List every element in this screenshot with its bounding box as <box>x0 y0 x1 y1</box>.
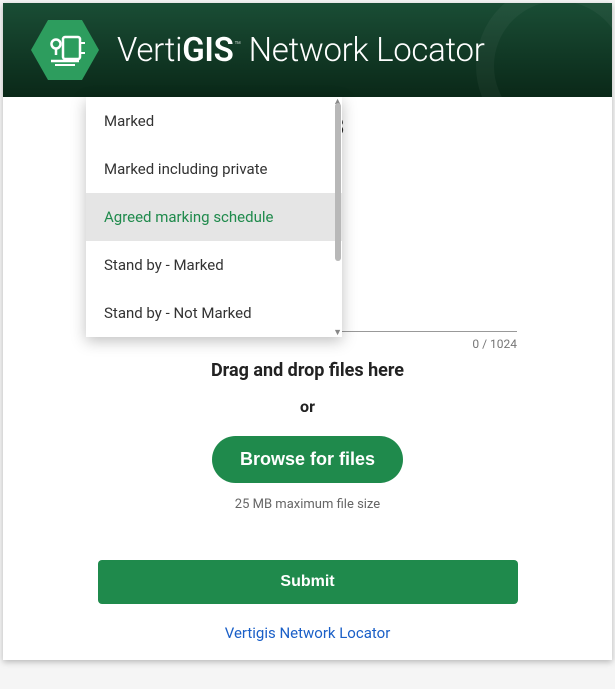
dropdown-scrollbar[interactable] <box>335 103 341 333</box>
map-pin-icon <box>45 33 85 67</box>
hexagon-badge <box>31 20 99 80</box>
brand-title: VertiGIS™ Network Locator <box>117 31 485 70</box>
file-dropzone[interactable]: Drag and drop files here or Browse for f… <box>98 360 517 512</box>
content-area: 003 ▲ MarkedMarked including privateAgre… <box>3 97 612 660</box>
dropdown-option[interactable]: Stand by - Not Marked <box>86 289 342 337</box>
dropdown-option[interactable]: Stand by - Marked <box>86 241 342 289</box>
footer-link[interactable]: Vertigis Network Locator <box>3 624 612 642</box>
scroll-down-arrow-icon[interactable]: ▼ <box>333 327 342 338</box>
dropzone-or: or <box>98 397 517 416</box>
browse-files-button[interactable]: Browse for files <box>212 436 403 483</box>
dropzone-title: Drag and drop files here <box>98 360 517 381</box>
submit-button[interactable]: Submit <box>98 560 518 604</box>
status-dropdown[interactable]: ▲ MarkedMarked including privateAgreed m… <box>86 97 342 337</box>
trademark-symbol: ™ <box>234 39 241 52</box>
app-header: VertiGIS™ Network Locator <box>3 3 612 97</box>
brand-logo <box>31 20 99 80</box>
char-counter: 0 / 1024 <box>472 337 517 351</box>
brand-bold: GIS <box>182 31 233 70</box>
max-file-size-label: 25 MB maximum file size <box>98 497 517 512</box>
dropdown-option[interactable]: Marked <box>86 97 342 145</box>
dropdown-option[interactable]: Marked including private <box>86 145 342 193</box>
app-window: VertiGIS™ Network Locator 003 ▲ MarkedMa… <box>3 3 612 660</box>
scrollbar-thumb[interactable] <box>335 103 341 261</box>
form-area: 003 ▲ MarkedMarked including privateAgre… <box>3 97 612 642</box>
brand-prefix: Verti <box>117 31 182 70</box>
dropdown-option[interactable]: Agreed marking schedule <box>86 193 342 241</box>
brand-suffix: Network Locator <box>241 31 485 70</box>
